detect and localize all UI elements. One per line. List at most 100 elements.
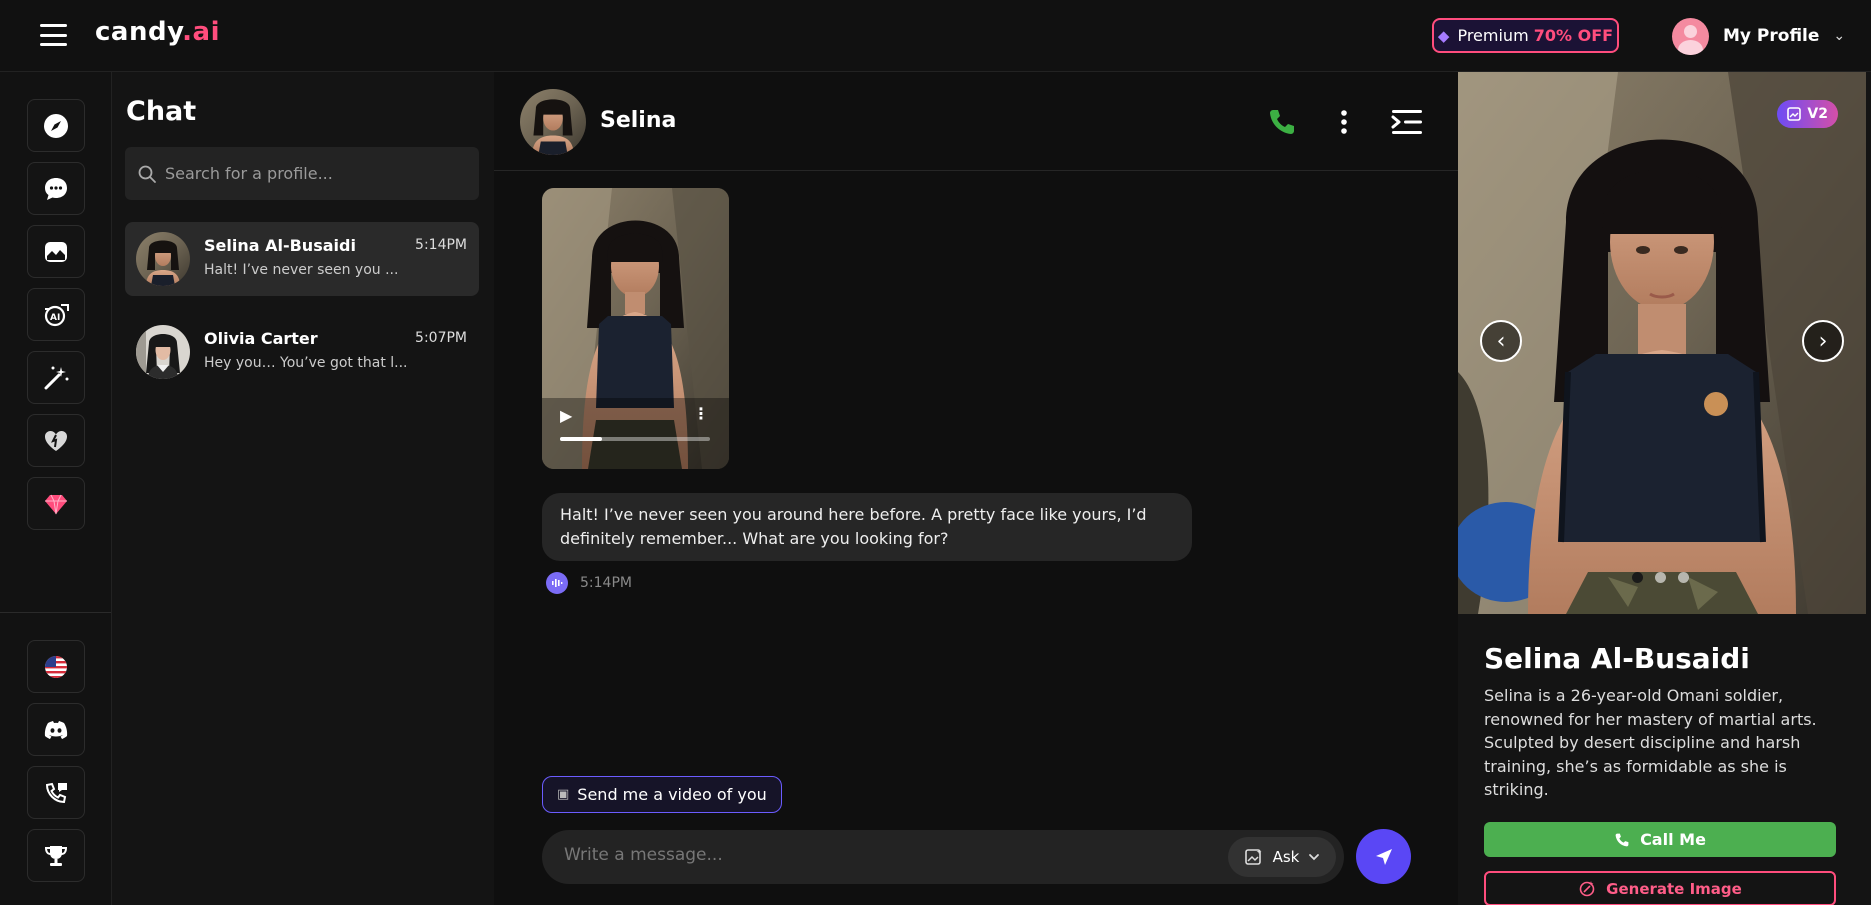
more-vertical-icon <box>1341 110 1347 134</box>
generate-image-label: Generate Image <box>1606 879 1742 898</box>
support-icon <box>45 782 67 803</box>
avatar <box>136 325 190 379</box>
trophy-icon <box>44 845 68 866</box>
sidebar: AI <box>0 72 112 905</box>
conversation-time: 5:07PM <box>415 330 467 346</box>
conversation-time: 5:14PM <box>415 237 467 253</box>
call-button[interactable] <box>1262 102 1302 142</box>
sidebar-item-my-ai[interactable] <box>27 414 85 467</box>
conversation-preview: Hey you… You’ve got that l... <box>204 355 408 371</box>
more-options-button[interactable] <box>1324 102 1364 142</box>
profile-panel: V2 ‹ › Selina Al-Busaidi Selina is a 26-… <box>1458 72 1871 905</box>
magic-wand-icon <box>44 366 69 389</box>
diamond-icon: ◆ <box>1437 26 1450 45</box>
chevron-down-icon <box>1309 854 1320 861</box>
sidebar-item-leaderboard[interactable] <box>27 829 85 882</box>
message-meta: 5:14PM <box>546 572 632 594</box>
message-bubble: Halt! I’ve never seen you around here be… <box>542 493 1192 561</box>
play-icon[interactable]: ▶ <box>560 406 572 425</box>
profile-name: Selina Al-Busaidi <box>1484 642 1750 675</box>
heart-icon <box>45 430 67 451</box>
carousel-dot[interactable] <box>1655 572 1666 583</box>
sidebar-item-explore[interactable] <box>27 99 85 152</box>
version-badge[interactable]: V2 <box>1777 100 1838 128</box>
image-ask-icon <box>1244 849 1262 865</box>
conversation-item[interactable]: Olivia Carter 5:07PM Hey you… You’ve got… <box>125 315 479 389</box>
chat-header: Selina <box>494 72 1458 171</box>
call-me-label: Call Me <box>1640 830 1706 849</box>
collapse-panel-icon <box>1391 110 1422 134</box>
ask-label: Ask <box>1272 848 1300 866</box>
profile-description: Selina is a 26-year-old Omani soldier, r… <box>1484 686 1817 799</box>
video-progress[interactable] <box>560 437 710 441</box>
sidebar-item-premium[interactable] <box>27 477 85 530</box>
voice-icon[interactable] <box>546 572 568 594</box>
conversation-name: Selina Al-Busaidi <box>204 236 356 255</box>
chat-list-panel: Chat Selina Al-Busaidi 5:14PM Halt! I’ve… <box>112 72 494 905</box>
conversation-item[interactable]: Selina Al-Busaidi 5:14PM Halt! I’ve neve… <box>125 222 479 296</box>
chat-avatar[interactable] <box>520 89 586 155</box>
conversation-name: Olivia Carter <box>204 329 318 348</box>
version-label: V2 <box>1807 106 1828 122</box>
suggestion-chip[interactable]: ▣ Send me a video of you <box>542 776 782 813</box>
send-icon <box>1375 848 1392 865</box>
phone-icon <box>1270 110 1294 134</box>
send-button[interactable] <box>1356 829 1411 884</box>
search-icon <box>138 165 156 183</box>
discord-icon <box>44 720 68 739</box>
sidebar-item-gallery[interactable] <box>27 225 85 278</box>
message-input[interactable] <box>564 845 1204 865</box>
sidebar-item-language[interactable] <box>27 640 85 693</box>
profile-image-carousel: V2 ‹ › <box>1458 72 1866 614</box>
carousel-prev-button[interactable]: ‹ <box>1480 320 1522 362</box>
conversation-preview: Halt! I’ve never seen you ... <box>204 262 399 278</box>
toggle-profile-panel-button[interactable] <box>1387 102 1427 142</box>
sidebar-item-discord[interactable] <box>27 703 85 756</box>
sidebar-item-ai-create[interactable]: AI <box>27 288 85 341</box>
magic-image-icon <box>1579 880 1595 896</box>
us-flag-icon <box>45 655 67 678</box>
profile-label: My Profile <box>1723 26 1820 46</box>
avatar <box>136 232 190 286</box>
top-bar: candy.ai ◆ Premium 70% OFF My Profile ⌄ <box>0 0 1871 72</box>
compass-icon <box>44 113 68 138</box>
sidebar-item-support[interactable] <box>27 766 85 819</box>
chevron-right-icon: › <box>1818 328 1828 354</box>
more-vertical-icon[interactable]: ⋮ <box>693 404 709 423</box>
carousel-next-button[interactable]: › <box>1802 320 1844 362</box>
chat-bubble-icon <box>45 177 67 200</box>
menu-icon[interactable] <box>40 24 67 46</box>
generate-image-button[interactable]: Generate Image <box>1484 871 1836 905</box>
carousel-dot[interactable] <box>1632 572 1643 583</box>
carousel-dots <box>1632 572 1689 583</box>
premium-label: Premium <box>1457 26 1529 45</box>
ask-image-dropdown[interactable]: Ask <box>1228 837 1336 877</box>
avatar <box>1672 17 1709 55</box>
sidebar-divider <box>0 612 111 613</box>
svg-text:AI: AI <box>50 313 60 323</box>
chevron-left-icon: ‹ <box>1496 328 1506 354</box>
search-input[interactable] <box>165 164 465 183</box>
robot-icon: ▣ <box>557 787 570 802</box>
sidebar-item-generate[interactable] <box>27 351 85 404</box>
logo[interactable]: candy.ai <box>95 17 220 47</box>
chat-list-title: Chat <box>126 96 197 127</box>
chat-window: Selina ▶ ⋮ Halt! I’ve never seen you aro… <box>494 72 1458 905</box>
diamond-icon <box>45 494 67 514</box>
image-icon <box>1787 107 1802 121</box>
suggestion-label: Send me a video of you <box>577 785 767 804</box>
chat-name: Selina <box>600 108 677 133</box>
search-box[interactable] <box>125 147 479 200</box>
video-message[interactable]: ▶ ⋮ <box>542 188 729 469</box>
video-progress-fill <box>560 437 602 441</box>
premium-discount: 70% OFF <box>1533 26 1614 45</box>
premium-button[interactable]: ◆ Premium 70% OFF <box>1432 18 1619 53</box>
phone-icon <box>1615 833 1629 846</box>
gallery-icon <box>45 241 67 262</box>
profile-menu[interactable]: My Profile ⌄ <box>1672 17 1845 55</box>
call-me-button[interactable]: Call Me <box>1484 822 1836 857</box>
sidebar-item-chat[interactable] <box>27 162 85 215</box>
carousel-dot[interactable] <box>1678 572 1689 583</box>
ai-face-icon: AI <box>44 303 69 326</box>
message-composer: Ask <box>542 830 1344 884</box>
